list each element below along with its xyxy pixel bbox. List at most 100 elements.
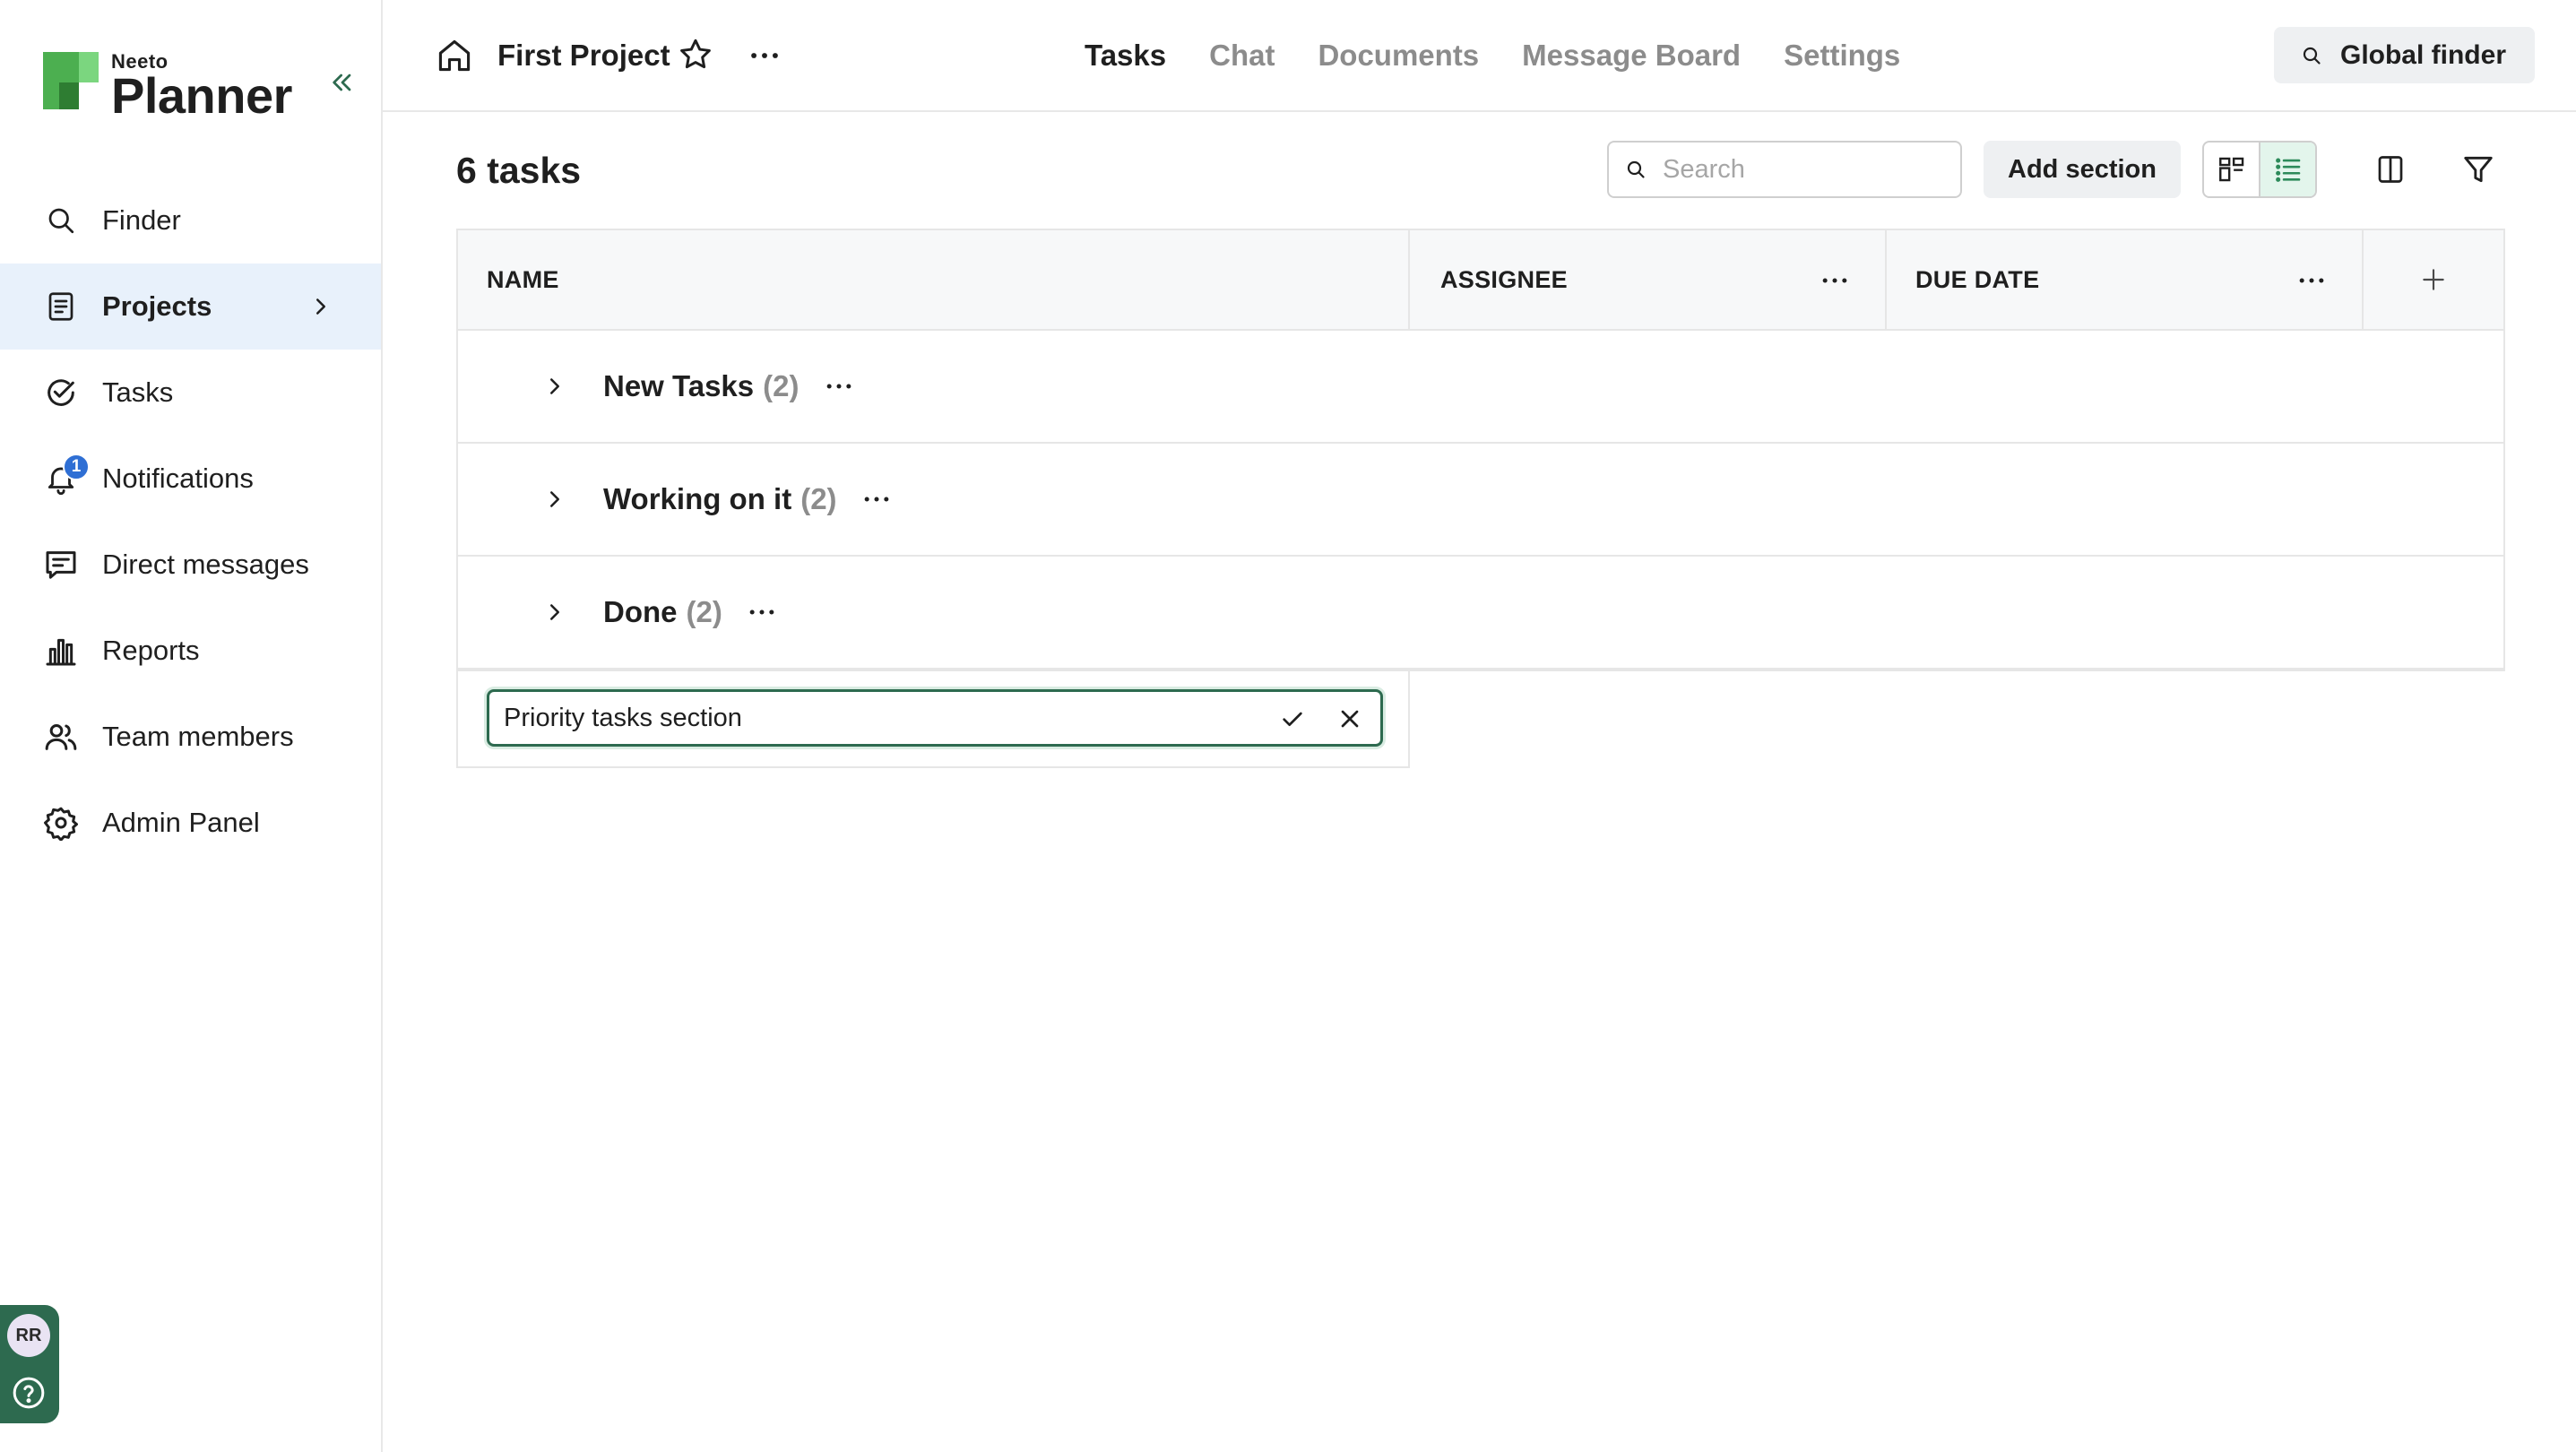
tasks-table: NAME ASSIGNEE DUE DATE New Tasks (2) Wor… xyxy=(456,229,2505,671)
project-more-button[interactable] xyxy=(745,36,784,75)
help-button[interactable] xyxy=(7,1371,50,1414)
logo-brand-big: Planner xyxy=(111,67,292,124)
logo-mark-icon xyxy=(43,52,100,111)
tab-chat[interactable]: Chat xyxy=(1209,34,1275,77)
cancel-section-button[interactable] xyxy=(1334,703,1366,735)
list-view-button[interactable] xyxy=(2260,143,2315,196)
section-row-new-tasks: New Tasks (2) xyxy=(458,331,2503,444)
section-menu-button[interactable] xyxy=(857,480,896,519)
home-icon xyxy=(438,39,471,72)
column-header-name: NAME xyxy=(458,230,1410,329)
message-icon xyxy=(41,545,81,584)
gear-icon xyxy=(41,803,81,843)
home-button[interactable] xyxy=(435,36,474,75)
tab-settings[interactable]: Settings xyxy=(1784,34,1900,77)
sidebar-item-label: Projects xyxy=(102,290,212,322)
projects-icon xyxy=(41,287,81,326)
section-row-done: Done (2) xyxy=(458,557,2503,670)
sidebar-item-label: Finder xyxy=(102,204,181,236)
more-horizontal-icon xyxy=(864,497,888,502)
notification-badge: 1 xyxy=(63,454,90,480)
table-header: NAME ASSIGNEE DUE DATE xyxy=(458,230,2503,331)
top-bar: First Project Tasks Chat Documents Messa… xyxy=(383,0,2576,112)
sidebar-item-finder[interactable]: Finder xyxy=(0,177,381,264)
sidebar-item-direct-messages[interactable]: Direct messages xyxy=(0,522,381,608)
bar-chart-icon xyxy=(41,631,81,670)
tab-message-board[interactable]: Message Board xyxy=(1522,34,1741,77)
global-finder-button[interactable]: Global finder xyxy=(2273,27,2535,83)
chevron-right-icon xyxy=(550,604,559,620)
project-title: First Project xyxy=(497,39,670,72)
assignee-column-menu-button[interactable] xyxy=(1815,261,1854,300)
sidebar-item-projects[interactable]: Projects xyxy=(0,264,381,350)
sidebar-item-label: Tasks xyxy=(102,376,174,408)
search-box[interactable] xyxy=(1607,141,1962,198)
sidebar-item-reports[interactable]: Reports xyxy=(0,608,381,694)
kanban-view-button[interactable] xyxy=(2204,143,2260,196)
more-horizontal-icon xyxy=(751,53,778,58)
section-name[interactable]: Done xyxy=(603,595,678,629)
chevron-right-icon xyxy=(550,378,559,394)
expand-section-button[interactable] xyxy=(537,368,573,404)
columns-button[interactable] xyxy=(2371,150,2410,189)
help-circle-icon xyxy=(13,1377,45,1409)
kanban-icon xyxy=(2218,157,2243,182)
app-logo[interactable]: Neeto Planner xyxy=(43,52,292,124)
section-menu-button[interactable] xyxy=(742,592,782,632)
tab-tasks[interactable]: Tasks xyxy=(1085,34,1166,77)
search-icon xyxy=(1627,160,1645,178)
sidebar-item-admin-panel[interactable]: Admin Panel xyxy=(0,780,381,866)
sidebar-item-label: Reports xyxy=(102,635,200,666)
sidebar-item-label: Admin Panel xyxy=(102,807,260,838)
favorite-button[interactable] xyxy=(677,36,716,75)
new-section-row xyxy=(456,670,1410,768)
add-column-button[interactable] xyxy=(2364,230,2503,329)
check-icon xyxy=(1283,712,1302,726)
sidebar-nav: Finder Projects Tasks 1 Notifications Di… xyxy=(0,177,381,866)
add-section-button[interactable]: Add section xyxy=(1984,141,2181,198)
new-section-field[interactable] xyxy=(487,689,1383,747)
expand-section-button[interactable] xyxy=(537,481,573,517)
search-input[interactable] xyxy=(1663,154,1932,185)
confirm-section-button[interactable] xyxy=(1276,703,1309,735)
sidebar-item-tasks[interactable]: Tasks xyxy=(0,350,381,436)
more-horizontal-icon xyxy=(1822,278,1847,283)
plus-icon xyxy=(2423,269,2444,290)
double-chevron-left-icon xyxy=(333,73,351,91)
collapse-sidebar-button[interactable] xyxy=(324,65,360,100)
sidebar-item-team-members[interactable]: Team members xyxy=(0,694,381,780)
avatar[interactable]: RR xyxy=(7,1314,50,1357)
filter-icon xyxy=(2464,156,2493,183)
tab-documents[interactable]: Documents xyxy=(1318,34,1479,77)
column-header-label: DUE DATE xyxy=(1915,265,2040,293)
users-icon xyxy=(41,717,81,756)
profile-dock: RR xyxy=(0,1305,59,1423)
column-header-due-date: DUE DATE xyxy=(1887,230,2364,329)
chevron-right-icon xyxy=(550,491,559,507)
section-name[interactable]: Working on it xyxy=(603,482,791,516)
sidebar-item-label: Notifications xyxy=(102,462,254,494)
project-tabs: Tasks Chat Documents Message Board Setti… xyxy=(1085,34,1943,77)
section-name[interactable]: New Tasks xyxy=(603,369,754,403)
due-date-column-menu-button[interactable] xyxy=(2292,261,2331,300)
search-icon xyxy=(2303,47,2321,65)
column-header-label: NAME xyxy=(487,265,559,293)
sidebar-item-label: Team members xyxy=(102,721,294,752)
task-count: 6 tasks xyxy=(456,150,582,191)
more-horizontal-icon xyxy=(826,384,851,389)
filter-button[interactable] xyxy=(2459,150,2498,189)
section-count: (2) xyxy=(800,482,837,515)
section-row-working-on-it: Working on it (2) xyxy=(458,444,2503,557)
expand-section-button[interactable] xyxy=(537,594,573,630)
sidebar-item-label: Direct messages xyxy=(102,549,309,580)
sidebar-item-notifications[interactable]: 1 Notifications xyxy=(0,436,381,522)
view-toggle xyxy=(2202,141,2317,198)
main-content: 6 tasks Add section NAME ASSIGNEE xyxy=(383,112,2576,1452)
section-menu-button[interactable] xyxy=(819,367,859,406)
list-icon xyxy=(2275,158,2300,182)
search-icon xyxy=(41,201,81,240)
new-section-input[interactable] xyxy=(489,703,1242,733)
section-count: (2) xyxy=(686,595,722,628)
sidebar: Neeto Planner Finder Projects Tasks 1 No… xyxy=(0,0,383,1452)
column-header-label: ASSIGNEE xyxy=(1440,265,1568,293)
